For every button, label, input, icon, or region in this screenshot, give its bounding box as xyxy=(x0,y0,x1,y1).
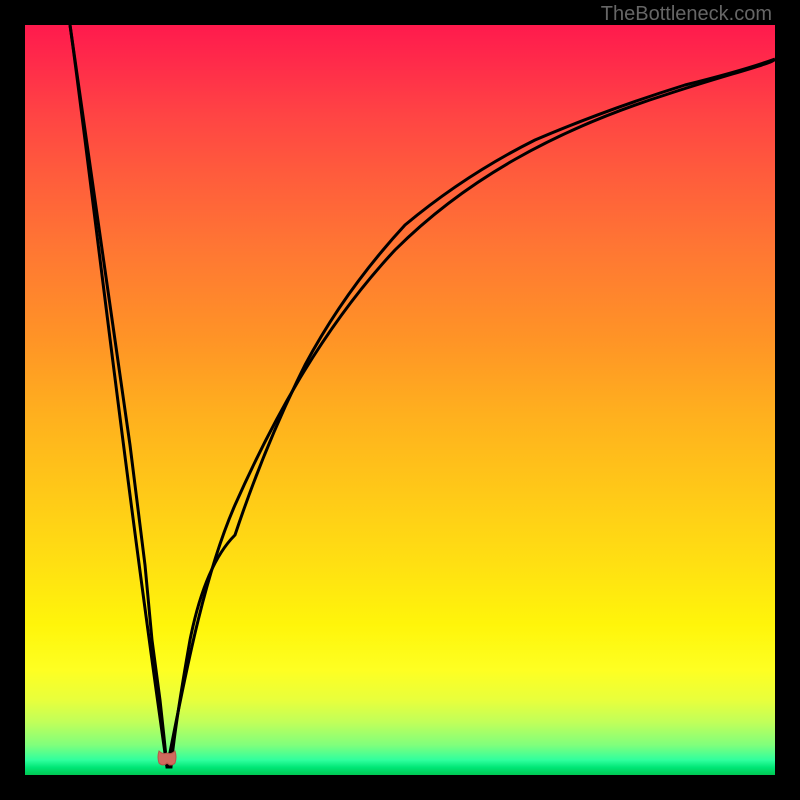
watermark-text: TheBottleneck.com xyxy=(601,3,772,26)
bottleneck-curve xyxy=(25,25,775,775)
bottleneck-marker xyxy=(155,749,179,769)
chart-plot-area xyxy=(25,25,775,775)
